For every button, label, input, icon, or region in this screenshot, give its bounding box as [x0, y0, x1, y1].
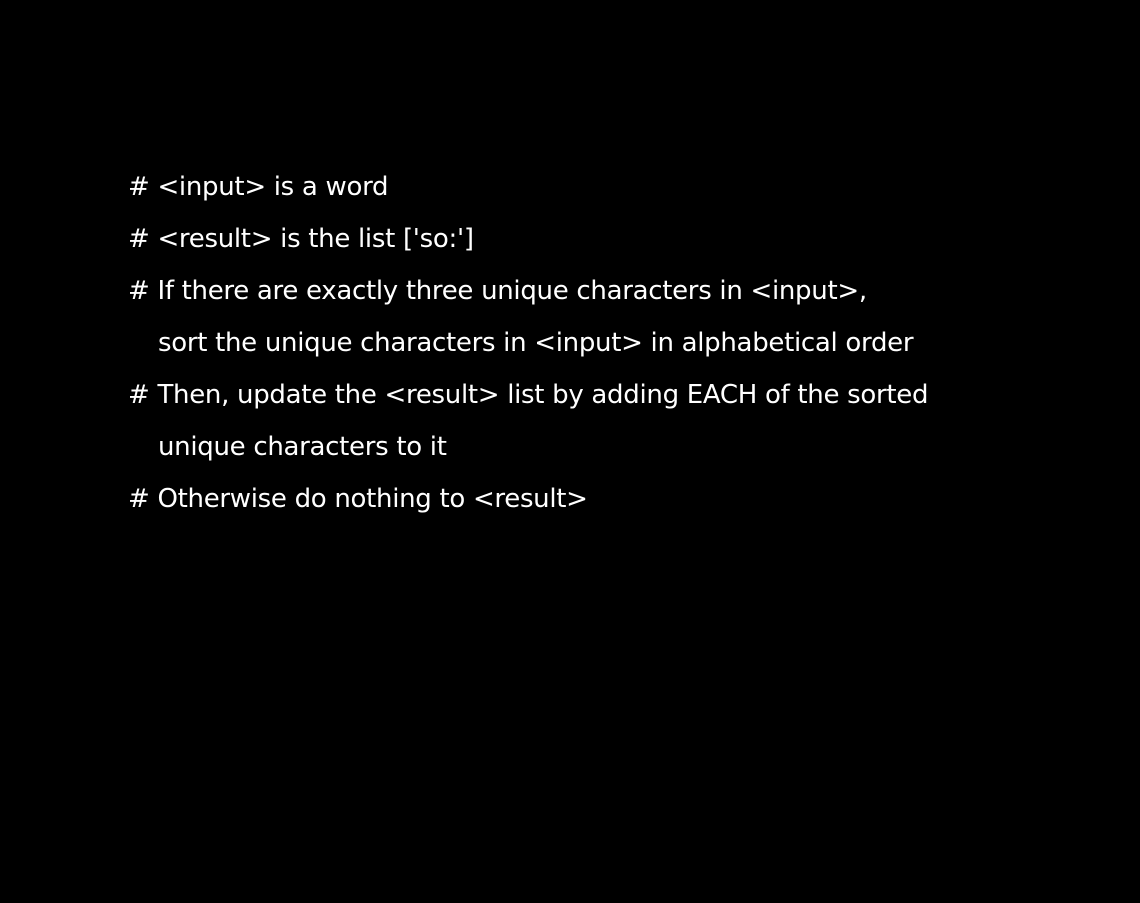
- instruction-line: # <result> is the list ['so:']: [128, 224, 474, 254]
- slide: # <input> is a word # <result> is the li…: [0, 0, 1140, 903]
- instruction-line: # Then, update the <result> list by addi…: [128, 380, 929, 410]
- instruction-line: # Otherwise do nothing to <result>: [128, 484, 588, 514]
- instruction-line-continuation: sort the unique characters in <input> in…: [158, 328, 914, 358]
- instruction-line-continuation: unique characters to it: [158, 432, 447, 462]
- instruction-line: # <input> is a word: [128, 172, 389, 202]
- instruction-list: # <input> is a word # <result> is the li…: [128, 166, 1088, 530]
- instruction-line: # If there are exactly three unique char…: [128, 276, 867, 306]
